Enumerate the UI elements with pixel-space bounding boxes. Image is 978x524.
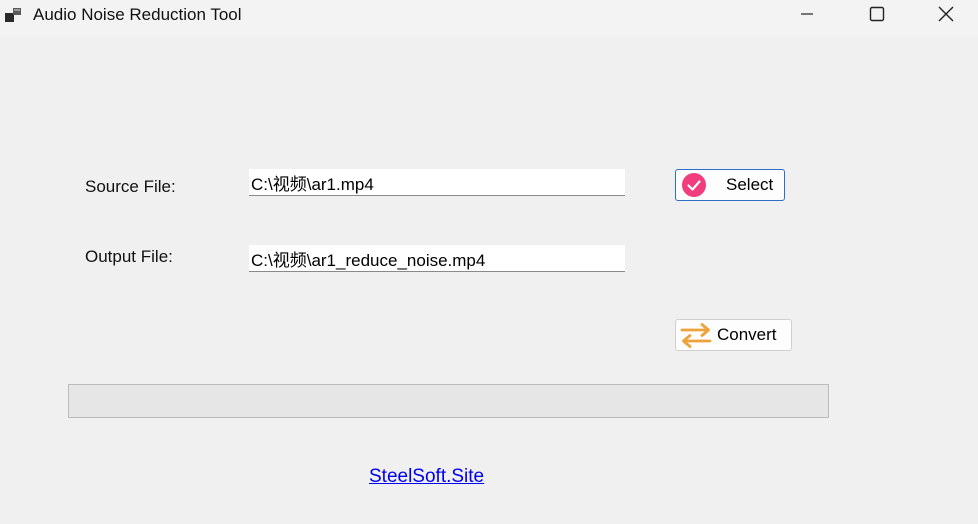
convert-button[interactable]: Convert — [675, 319, 792, 351]
select-button[interactable]: Select — [675, 169, 785, 201]
select-button-label: Select — [726, 175, 774, 194]
close-button[interactable] — [917, 0, 975, 32]
minimize-icon — [800, 7, 814, 26]
source-file-input[interactable] — [249, 169, 625, 196]
maximize-button[interactable] — [848, 0, 906, 32]
minimize-button[interactable] — [778, 0, 836, 32]
output-file-input[interactable] — [249, 245, 625, 272]
window-title: Audio Noise Reduction Tool — [33, 5, 242, 24]
app-window-icon — [4, 6, 24, 24]
close-icon — [938, 6, 954, 27]
steelsoft-site-link[interactable]: SteelSoft.Site — [369, 466, 484, 488]
title-bar: Audio Noise Reduction Tool — [0, 0, 978, 36]
pink-checkmark-circle-icon — [682, 173, 706, 197]
convert-button-label: Convert — [717, 325, 777, 344]
progress-bar — [68, 384, 829, 418]
orange-swap-arrows-icon — [679, 321, 713, 349]
output-file-label: Output File: — [85, 247, 173, 266]
maximize-icon — [869, 6, 885, 27]
source-file-label: Source File: — [85, 177, 176, 196]
